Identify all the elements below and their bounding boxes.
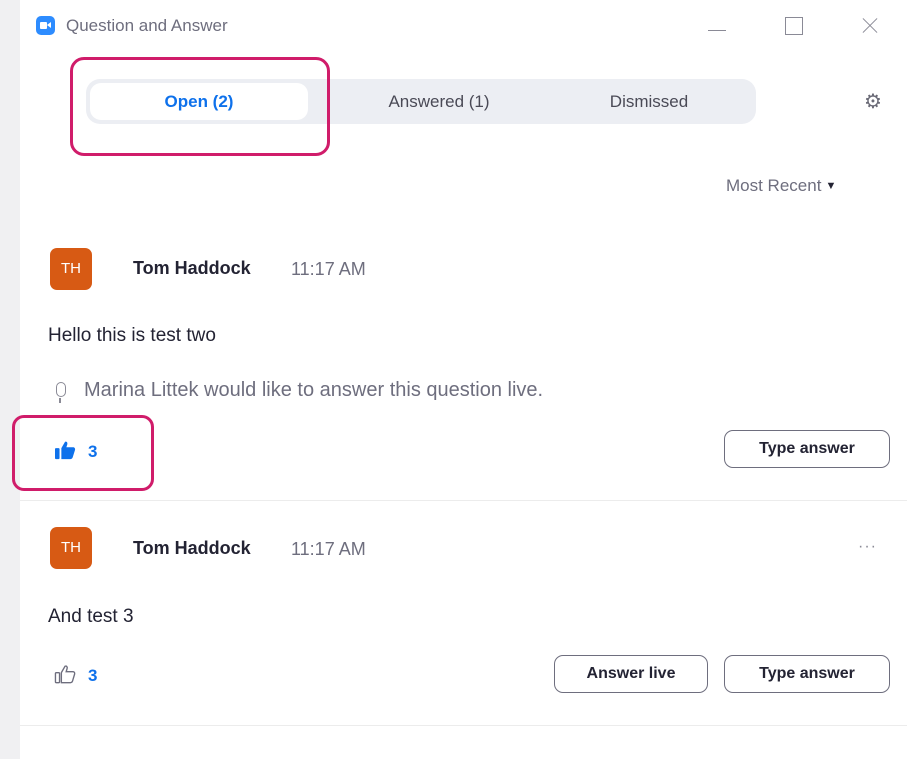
question-text: And test 3 bbox=[48, 606, 134, 627]
divider bbox=[20, 500, 907, 501]
tab-answered[interactable]: Answered (1) bbox=[332, 83, 546, 120]
tab-dismissed[interactable]: Dismissed bbox=[546, 83, 752, 120]
question-author: Tom Haddock bbox=[133, 538, 251, 558]
sort-label: Most Recent bbox=[726, 176, 822, 195]
avatar: TH bbox=[50, 527, 92, 569]
zoom-app-icon bbox=[36, 16, 55, 35]
type-answer-button[interactable]: Type answer bbox=[724, 430, 890, 468]
question-text: Hello this is test two bbox=[48, 325, 216, 346]
minimize-button[interactable] bbox=[700, 12, 736, 40]
window-title: Question and Answer bbox=[66, 16, 228, 35]
answer-live-button[interactable]: Answer live bbox=[554, 655, 708, 693]
qa-window: Question and Answer Open (2) Answered (1… bbox=[12, 0, 907, 759]
title-bar: Question and Answer bbox=[20, 0, 907, 52]
type-answer-button[interactable]: Type answer bbox=[724, 655, 890, 693]
highlight-box-upvote bbox=[12, 415, 154, 491]
question-time: 11:17 AM bbox=[291, 259, 366, 279]
highlight-box-tabs bbox=[70, 57, 330, 156]
upvote-count: 3 bbox=[88, 666, 98, 685]
avatar: TH bbox=[50, 248, 92, 290]
close-button[interactable] bbox=[852, 12, 888, 40]
maximize-button[interactable] bbox=[775, 12, 811, 40]
live-answer-note: Marina Littek would like to answer this … bbox=[48, 379, 544, 403]
question-time: 11:17 AM bbox=[291, 539, 366, 559]
microphone-icon bbox=[56, 382, 66, 403]
live-answer-text: Marina Littek would like to answer this … bbox=[84, 379, 544, 401]
divider bbox=[20, 725, 907, 726]
chevron-down-icon: ▼ bbox=[825, 180, 837, 192]
question-author: Tom Haddock bbox=[133, 258, 251, 278]
more-options-icon[interactable]: ··· bbox=[858, 538, 877, 556]
upvote-button[interactable]: 3 bbox=[54, 664, 97, 686]
gear-icon[interactable]: ⚙ bbox=[864, 92, 882, 112]
thumbs-up-outline-icon bbox=[54, 665, 76, 684]
sort-dropdown[interactable]: Most Recent ▼ bbox=[726, 176, 836, 196]
